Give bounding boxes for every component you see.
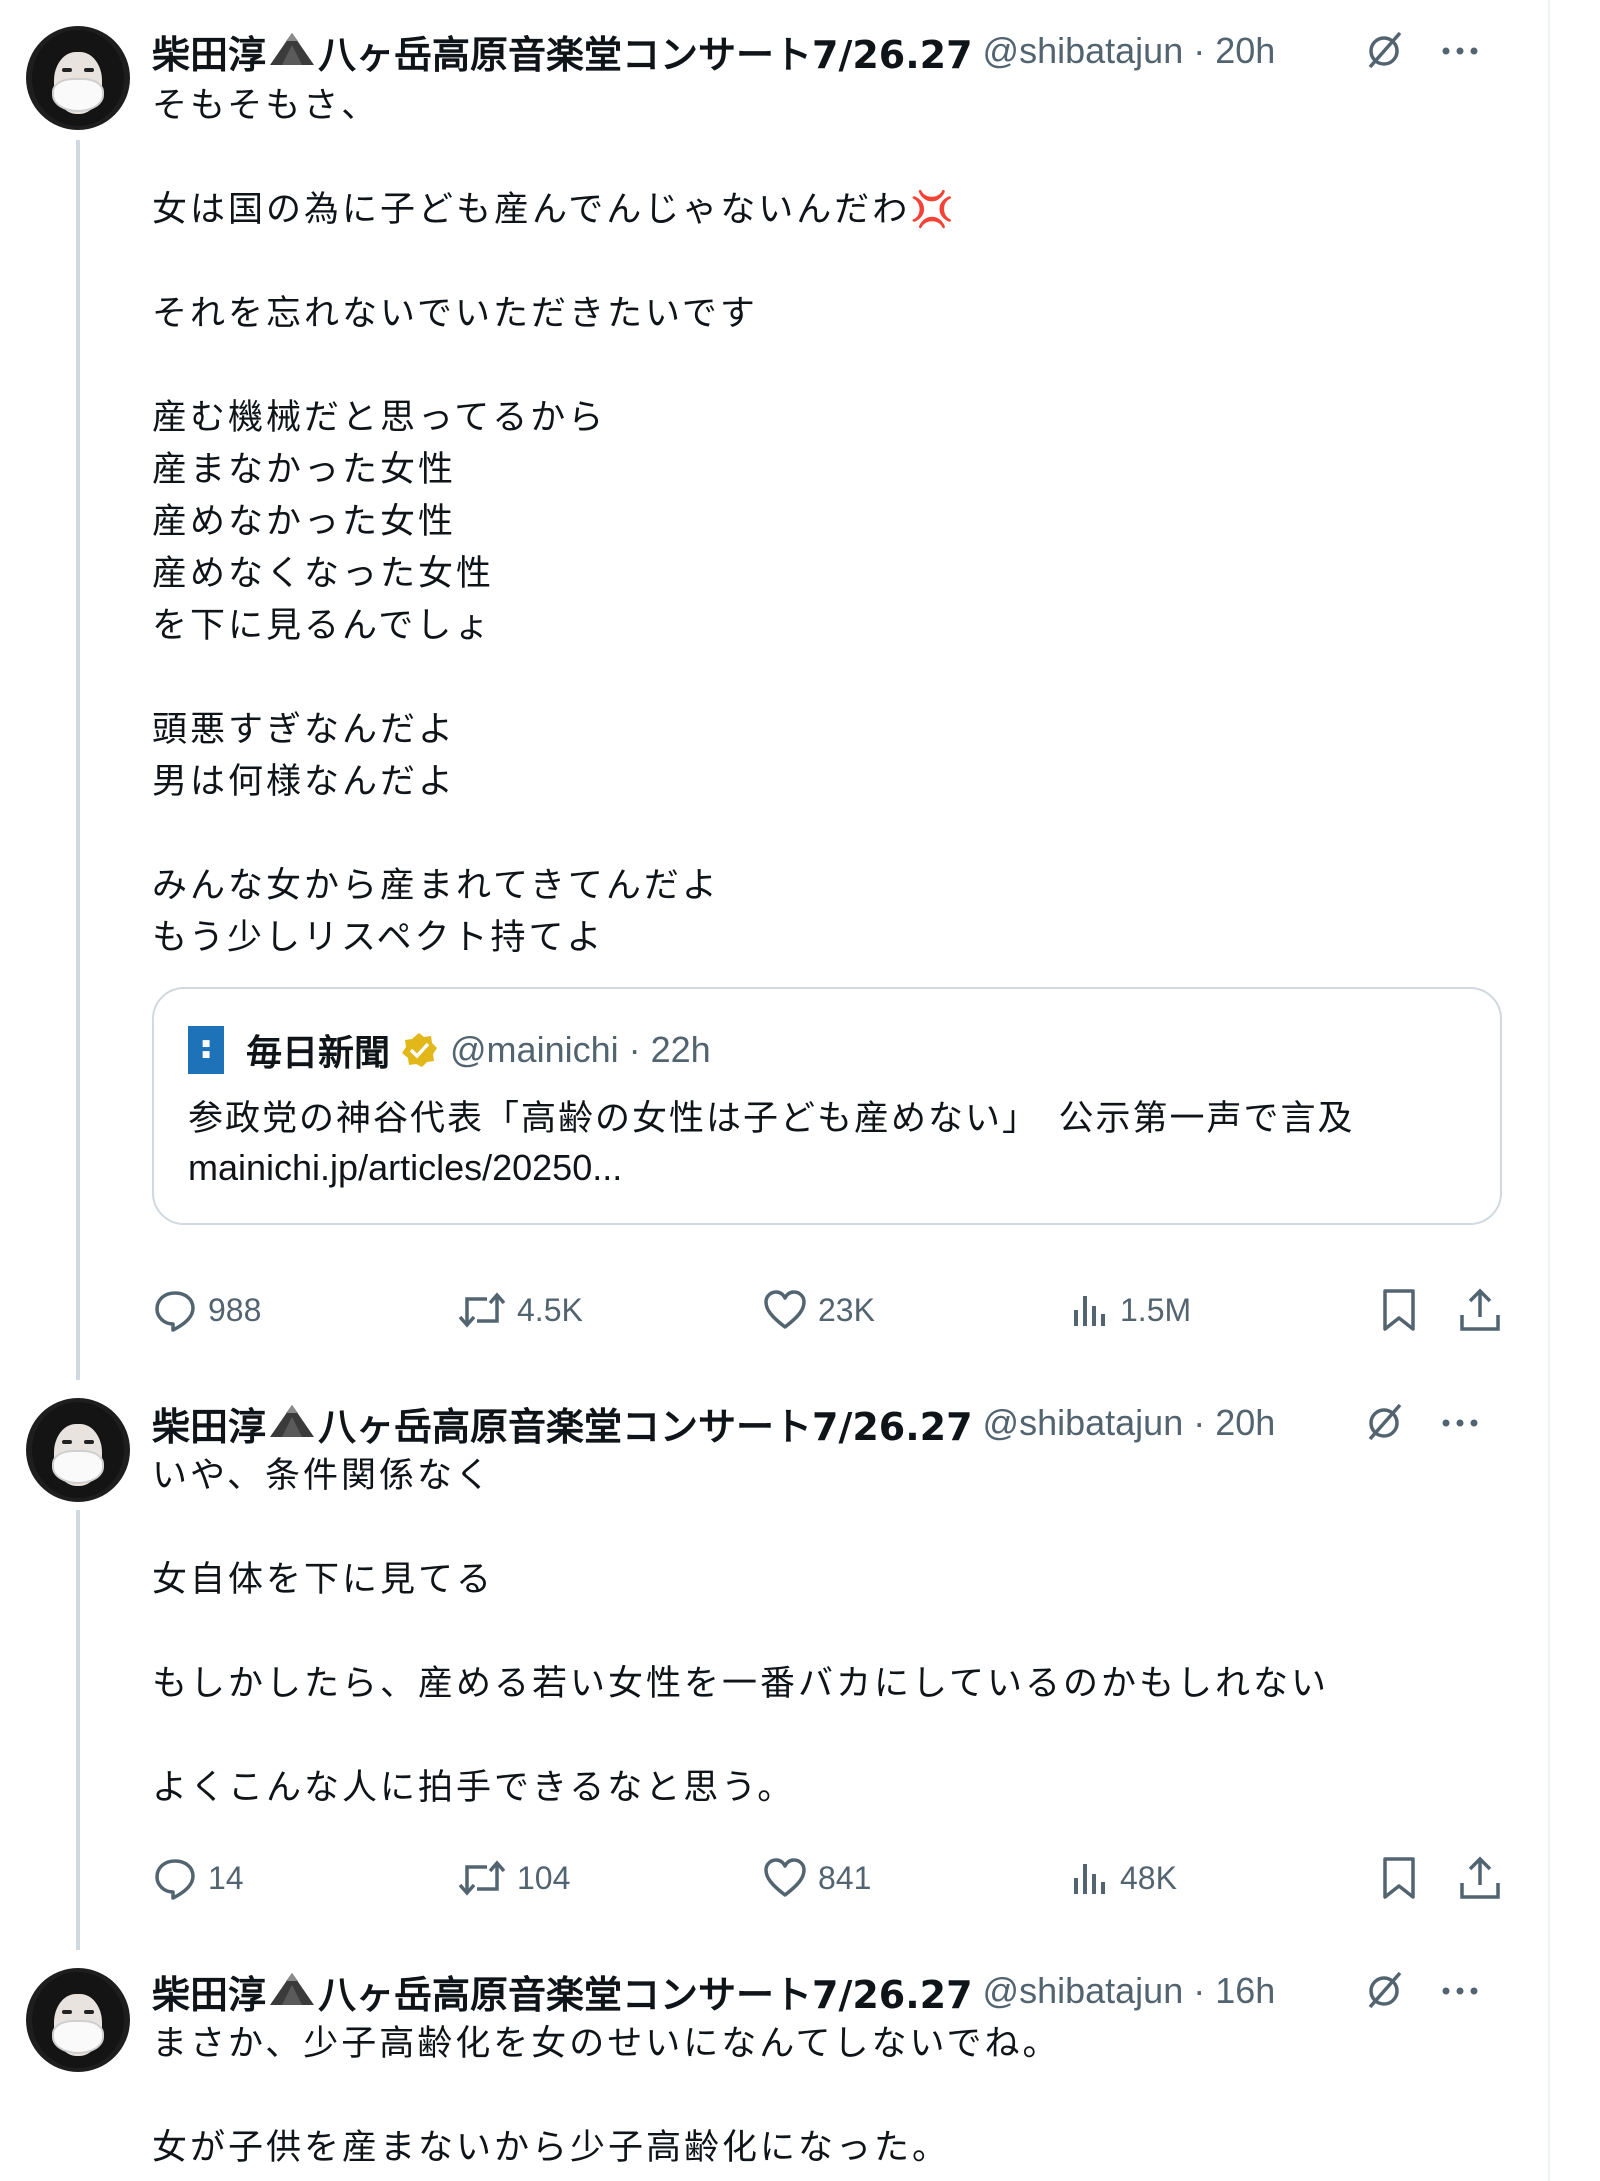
reply-button[interactable]: 14 — [152, 1848, 244, 1908]
tweet[interactable]: 柴田淳 八ヶ岳高原音楽堂コンサート7/26.27 @shibatajun · 1… — [0, 1960, 1548, 2181]
quoted-author-name[interactable]: 毎日新聞 — [246, 1024, 390, 1076]
views-count: 48K — [1120, 1859, 1177, 1896]
more-options-icon[interactable] — [1440, 1985, 1480, 1997]
tweet-header: 柴田淳 八ヶ岳高原音楽堂コンサート7/26.27 @shibatajun · 1… — [152, 1964, 1518, 2019]
views-count: 1.5M — [1120, 1291, 1192, 1328]
avatar[interactable] — [26, 26, 130, 130]
author-name-suffix[interactable]: 八ヶ岳高原音楽堂コンサート7/26.27 — [318, 1964, 973, 2019]
views-button[interactable]: 48K — [1070, 1848, 1177, 1908]
verified-badge-icon — [400, 1031, 438, 1069]
avatar[interactable] — [26, 1968, 130, 2072]
retweet-count: 4.5K — [517, 1291, 583, 1328]
more-options-icon[interactable] — [1440, 1417, 1480, 1429]
retweet-button[interactable]: 104 — [457, 1848, 570, 1908]
grok-icon[interactable] — [1362, 1969, 1406, 2013]
handle-time[interactable]: @shibatajun · 20h — [983, 30, 1276, 72]
like-count: 23K — [818, 1291, 875, 1328]
column-divider — [1548, 0, 1550, 2181]
reply-count: 14 — [208, 1859, 244, 1896]
retweet-icon — [457, 1289, 507, 1331]
bookmark-icon — [1380, 1855, 1418, 1901]
handle-time[interactable]: @shibatajun · 16h — [983, 1970, 1276, 2012]
mountain-icon — [268, 31, 316, 71]
grok-icon[interactable] — [1362, 1401, 1406, 1445]
retweet-icon — [457, 1857, 507, 1899]
tweet-header: 柴田淳 八ヶ岳高原音楽堂コンサート7/26.27 @shibatajun · 2… — [152, 1396, 1518, 1451]
reply-icon — [152, 1287, 198, 1333]
tweet-text: まさか、少子高齢化を女のせいになんてしないでね。 女が子供を産まないから少子高齢… — [152, 2024, 1061, 2168]
mountain-icon — [268, 1971, 316, 2011]
tweet-text: そもそもさ、 女は国の為に子ども産んでんじゃないんだわ💢 それを忘れないでいただ… — [152, 86, 957, 958]
quoted-tweet[interactable]: ■ ■ 毎日新聞 @mainichi · 22h 参政党の神谷代表「高齢の女性は子… — [152, 987, 1502, 1225]
share-icon — [1458, 1287, 1502, 1333]
tweet-actions: 988 4.5K 23K 1.5M — [152, 1280, 1512, 1340]
tweet[interactable]: 柴田淳 八ヶ岳高原音楽堂コンサート7/26.27 @shibatajun · 2… — [0, 0, 1548, 1390]
tweet[interactable]: 柴田淳 八ヶ岳高原音楽堂コンサート7/26.27 @shibatajun · 2… — [0, 1390, 1548, 1960]
analytics-icon — [1070, 1858, 1110, 1898]
author-name[interactable]: 柴田淳 — [152, 24, 266, 79]
handle-time[interactable]: @shibatajun · 20h — [983, 1402, 1276, 1444]
reply-count: 988 — [208, 1291, 262, 1328]
tweet-text: いや、条件関係なく 女自体を下に見てる もしかしたら、産める若い女性を一番バカに… — [152, 1456, 1329, 1808]
reply-icon — [152, 1855, 198, 1901]
reply-button[interactable]: 988 — [152, 1280, 261, 1340]
quoted-link[interactable]: mainichi.jp/articles/20250... — [188, 1147, 622, 1189]
retweet-button[interactable]: 4.5K — [457, 1280, 583, 1340]
more-options-icon[interactable] — [1440, 45, 1480, 57]
heart-icon — [762, 1857, 808, 1899]
analytics-icon — [1070, 1290, 1110, 1330]
thread-line — [76, 140, 80, 1380]
retweet-count: 104 — [517, 1859, 571, 1896]
thread-line — [76, 1510, 80, 1950]
bookmark-icon — [1380, 1287, 1418, 1333]
like-button[interactable]: 23K — [762, 1280, 875, 1340]
share-icon — [1458, 1855, 1502, 1901]
bookmark-button[interactable] — [1380, 1848, 1418, 1908]
mountain-icon — [268, 1403, 316, 1443]
grok-icon[interactable] — [1362, 29, 1406, 73]
tweet-actions: 14 104 841 48K — [152, 1848, 1512, 1908]
avatar[interactable] — [26, 1398, 130, 1502]
tweet-header: 柴田淳 八ヶ岳高原音楽堂コンサート7/26.27 @shibatajun · 2… — [152, 24, 1518, 79]
like-count: 841 — [818, 1859, 872, 1896]
share-button[interactable] — [1458, 1848, 1502, 1908]
views-button[interactable]: 1.5M — [1070, 1280, 1191, 1340]
like-button[interactable]: 841 — [762, 1848, 871, 1908]
quoted-handle-time[interactable]: @mainichi · 22h — [450, 1029, 711, 1071]
author-name[interactable]: 柴田淳 — [152, 1964, 266, 2019]
bookmark-button[interactable] — [1380, 1280, 1418, 1340]
share-button[interactable] — [1458, 1280, 1502, 1340]
author-name-suffix[interactable]: 八ヶ岳高原音楽堂コンサート7/26.27 — [318, 1396, 973, 1451]
author-name-suffix[interactable]: 八ヶ岳高原音楽堂コンサート7/26.27 — [318, 24, 973, 79]
mainichi-logo-icon: ■ ■ — [188, 1026, 224, 1074]
author-name[interactable]: 柴田淳 — [152, 1396, 266, 1451]
heart-icon — [762, 1289, 808, 1331]
quoted-text: 参政党の神谷代表「高齢の女性は子ども産めない」 公示第一声で言及 — [188, 1099, 1355, 1139]
